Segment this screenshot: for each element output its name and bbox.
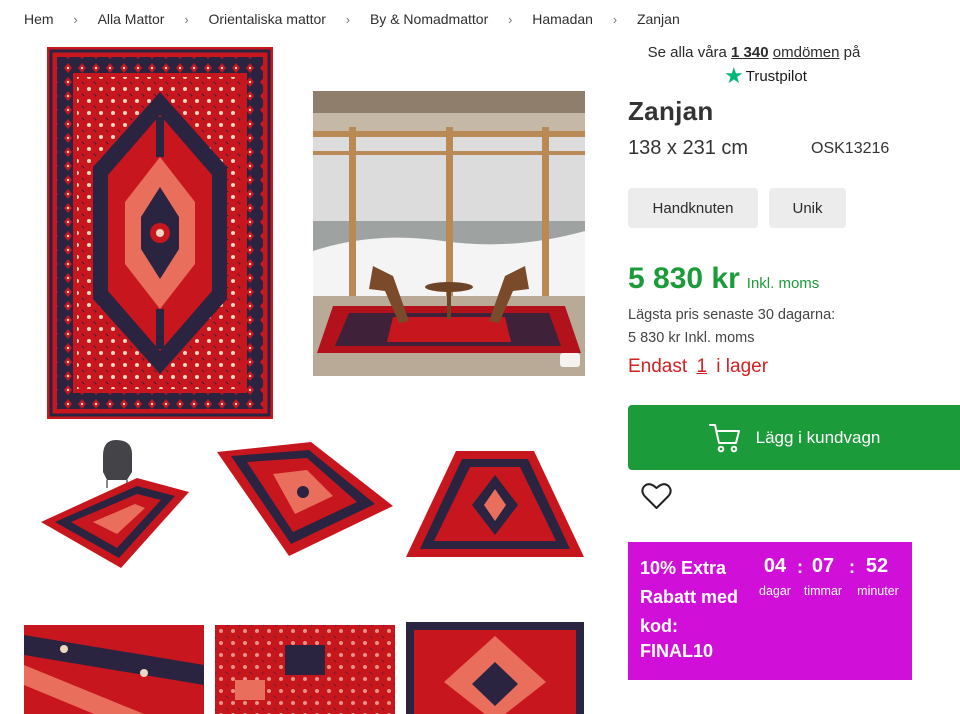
reviews-word: omdömen <box>772 44 840 61</box>
stock-count: 1 <box>696 356 708 377</box>
lowest-price-info: Lägsta pris senaste 30 dagarna: 5 830 kr… <box>628 304 835 350</box>
chevron-right-icon: › <box>73 11 78 27</box>
breadcrumb-all-rugs[interactable]: Alla Mattor <box>98 11 165 27</box>
add-to-cart-label: Lägg i kundvagn <box>755 427 881 447</box>
detail-image-1[interactable] <box>24 625 204 714</box>
price-value: 5 830 kr <box>628 262 740 295</box>
tag-unique[interactable]: Unik <box>769 188 846 228</box>
heart-icon[interactable] <box>641 482 672 510</box>
product-sku: OSK13216 <box>811 140 890 157</box>
room-scene-image[interactable] <box>313 91 585 376</box>
breadcrumb: Hem › Alla Mattor › Orientaliska mattor … <box>24 9 680 29</box>
reviews-prefix: Se alla våra <box>647 44 727 61</box>
shopping-cart-icon <box>708 423 740 452</box>
trustpilot-star-icon: ★ <box>724 63 744 88</box>
countdown-days: 04 <box>763 555 787 577</box>
stock-status: Endast 1 i lager <box>628 356 768 378</box>
stock-prefix: Endast <box>628 356 688 377</box>
countdown-hours-label: timmar <box>803 584 843 598</box>
chevron-right-icon: › <box>508 11 513 27</box>
add-to-cart-button[interactable]: Lägg i kundvagn <box>628 405 960 470</box>
product-title: Zanjan <box>628 96 714 126</box>
countdown-minutes-label: minuter <box>857 584 899 598</box>
reviews-link[interactable]: Se alla våra 1 340 omdömen på <box>628 44 880 61</box>
reviews-count: 1 340 <box>731 44 769 61</box>
tag-hand-knotted[interactable]: Handknuten <box>628 188 758 228</box>
stock-suffix: i lager <box>716 356 769 377</box>
price: 5 830 kr Inkl. moms <box>628 262 819 296</box>
price-vat-label: Inkl. moms <box>746 275 820 292</box>
lowest-price-value: 5 830 kr Inkl. moms <box>628 330 755 346</box>
lowest-price-label: Lägsta pris senaste 30 dagarna: <box>628 307 836 323</box>
breadcrumb-village-nomad[interactable]: By & Nomadmattor <box>370 11 488 27</box>
countdown-hours: 07 <box>811 555 835 577</box>
detail-image-3[interactable] <box>406 622 584 714</box>
promo-code: FINAL10 <box>640 641 714 661</box>
countdown-minutes: 52 <box>865 555 889 577</box>
chevron-right-icon: › <box>184 11 189 27</box>
trustpilot-logo[interactable]: ★ Trustpilot <box>724 63 807 88</box>
breadcrumb-hamadan[interactable]: Hamadan <box>532 11 593 27</box>
promo-banner: 10% Extra Rabatt med kod: FINAL10 04 : 0… <box>628 542 912 680</box>
breadcrumb-zanjan[interactable]: Zanjan <box>637 11 680 27</box>
angled-view-image-2[interactable] <box>215 440 393 558</box>
reviews-suffix: på <box>843 44 861 61</box>
main-product-image[interactable] <box>47 47 273 419</box>
detail-image-2[interactable] <box>215 625 395 714</box>
angled-view-image-1[interactable] <box>37 434 191 570</box>
chevron-right-icon: › <box>345 11 351 27</box>
breadcrumb-oriental-rugs[interactable]: Orientaliska mattor <box>208 11 325 27</box>
angled-view-image-3[interactable] <box>406 449 584 559</box>
promo-text: 10% Extra Rabatt med kod: <box>640 558 739 636</box>
chevron-right-icon: › <box>612 11 618 27</box>
trustpilot-label: Trustpilot <box>745 67 807 85</box>
product-size: 138 x 231 cm <box>628 137 749 159</box>
breadcrumb-home[interactable]: Hem <box>24 11 54 27</box>
